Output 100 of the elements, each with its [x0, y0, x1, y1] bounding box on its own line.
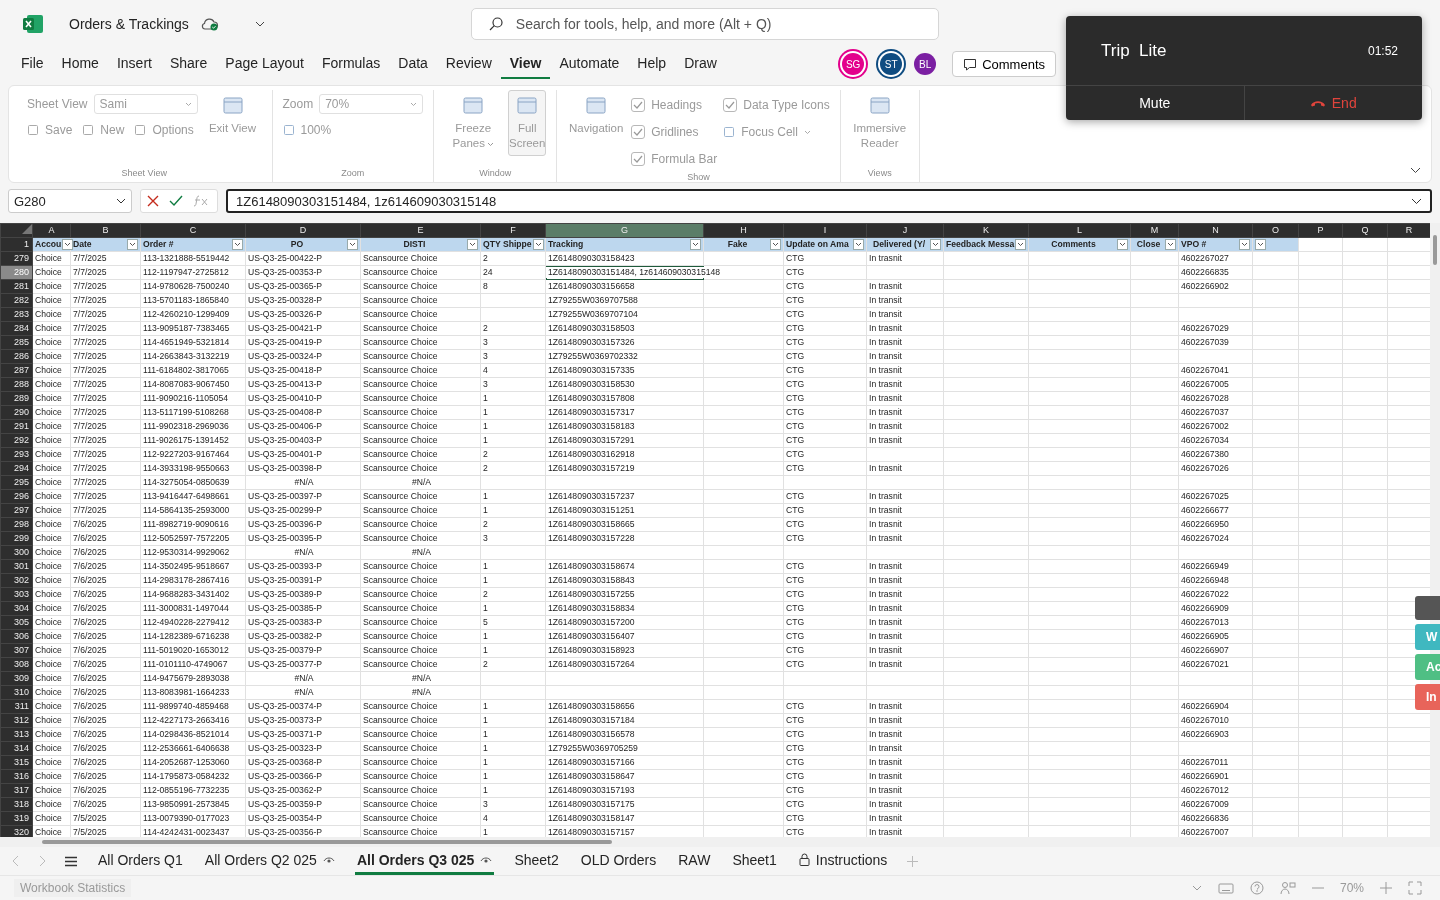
column-header[interactable]: A — [32, 223, 71, 238]
table-cell: 4602267011 — [1179, 757, 1229, 768]
filter-button[interactable] — [853, 239, 864, 250]
menu-tab[interactable]: Draw — [675, 49, 726, 79]
table-cell: CTG — [784, 589, 805, 600]
table-cell: Choice — [33, 393, 62, 404]
table-cell: US-Q3-25-00328-P — [246, 295, 323, 306]
menu-tab[interactable]: Share — [160, 49, 217, 79]
table-cell: 7/7/2025 — [71, 365, 107, 376]
name-box[interactable]: G280 — [8, 189, 132, 213]
eye-icon — [322, 855, 335, 864]
cancel-icon[interactable] — [147, 195, 159, 207]
menu-tab[interactable]: Review — [436, 49, 501, 79]
filter-button[interactable] — [532, 239, 544, 250]
table-cell: 112-4227173-2663416 — [141, 715, 230, 726]
sheet-tab[interactable]: RAW — [676, 847, 713, 875]
avatar[interactable]: BL — [914, 53, 937, 75]
menu-tab[interactable]: File — [12, 49, 53, 79]
scrollbar-thumb[interactable] — [1433, 235, 1437, 265]
comments-button[interactable]: Comments — [952, 51, 1056, 77]
command-icon — [868, 95, 891, 117]
filter-button[interactable] — [1117, 239, 1128, 250]
column-header[interactable]: H — [703, 223, 784, 238]
filter-button[interactable] — [770, 239, 781, 250]
menu-icon[interactable] — [64, 855, 78, 867]
column-heading: Feedback Messa — [946, 239, 1015, 250]
menu-tab[interactable]: Formulas — [312, 49, 390, 79]
table-cell: Scansource Choice — [361, 701, 438, 712]
filter-button[interactable] — [127, 239, 138, 250]
check-icon[interactable] — [169, 195, 183, 207]
table-cell: Choice — [33, 253, 62, 264]
filter-button[interactable] — [1239, 239, 1250, 250]
filter-button[interactable] — [232, 239, 243, 250]
column-header[interactable]: D — [245, 223, 361, 238]
menu-tab[interactable]: Page Layout — [216, 49, 313, 79]
filter-button[interactable] — [347, 239, 358, 250]
table-cell: US-Q3-25-00389-P — [246, 589, 323, 600]
sheet-tab[interactable]: All Orders Q2 025 — [202, 847, 337, 875]
table-cell: 4602267005 — [1179, 379, 1229, 390]
keyboard-icon[interactable] — [1217, 882, 1234, 894]
table-cell: Choice — [33, 603, 62, 614]
table-cell: CTG — [784, 631, 805, 642]
mute-button[interactable]: Mute — [1066, 86, 1244, 120]
table-cell: US-Q3-25-00324-P — [246, 351, 323, 362]
column-header[interactable]: R — [1387, 223, 1431, 238]
table-cell: 1 — [481, 631, 488, 642]
menu-tab[interactable]: Data — [389, 49, 437, 79]
menu-tab[interactable]: Home — [52, 49, 108, 79]
filter-button[interactable] — [1015, 239, 1027, 250]
column-header[interactable]: I — [783, 223, 867, 238]
search-field[interactable]: Search for tools, help, and more (Alt + Q) — [470, 8, 939, 40]
table-cell: US-Q3-25-00391-P — [246, 575, 323, 586]
table-cell: 1 — [481, 757, 488, 768]
filter-button[interactable] — [467, 239, 478, 250]
lock-icon — [798, 853, 810, 866]
table-cell: In trasnit — [867, 407, 902, 418]
table-cell: 112-9227203-9167464 — [141, 449, 230, 460]
table-cell: 1 — [481, 603, 488, 614]
column-header[interactable]: B — [70, 223, 141, 238]
checkbox-label: Headings — [651, 98, 702, 112]
menu-tab[interactable]: Automate — [550, 49, 629, 79]
sheet-tab[interactable]: Sheet1 — [730, 847, 779, 875]
column-header[interactable]: P — [1298, 223, 1343, 238]
chevron-down-icon[interactable] — [254, 21, 265, 27]
table-cell: CTG — [784, 575, 805, 586]
table-cell: In trasnit — [867, 813, 902, 824]
column-header[interactable]: L — [1028, 223, 1131, 238]
column-header[interactable]: F — [480, 223, 546, 238]
column-header[interactable]: M — [1130, 223, 1179, 238]
table-cell: 7/6/2025 — [71, 519, 107, 530]
table-cell: Scansource Choice — [361, 281, 438, 292]
menu-tab[interactable]: View — [500, 49, 551, 79]
panel-handle[interactable] — [1415, 596, 1440, 620]
formula-field[interactable]: 1Z6148090303151484, 1z614609030315148 — [226, 189, 1432, 213]
table-cell: CTG — [784, 351, 805, 362]
sheet-tab[interactable]: Instructions — [796, 847, 890, 875]
filter-button[interactable] — [930, 239, 941, 250]
filter-button[interactable] — [62, 239, 74, 250]
scrollbar-thumb[interactable] — [42, 840, 612, 844]
column-header[interactable]: C — [140, 223, 246, 238]
column-header[interactable]: K — [943, 223, 1029, 238]
column-header[interactable]: N — [1178, 223, 1253, 238]
filter-button[interactable] — [1255, 239, 1266, 250]
filter-button[interactable] — [690, 239, 701, 250]
column-heading: Close — [1135, 239, 1162, 250]
column-header[interactable]: G — [545, 223, 704, 238]
filter-button[interactable] — [1165, 239, 1176, 250]
menu-tab[interactable]: Insert — [107, 49, 161, 79]
sheet-tab[interactable]: Sheet2 — [512, 847, 561, 875]
menu-tab[interactable]: Help — [628, 49, 676, 79]
column-header[interactable]: Q — [1342, 223, 1388, 238]
sheet-tab[interactable]: OLD Orders — [578, 847, 659, 875]
sheet-tab[interactable]: All Orders Q3 025 — [354, 847, 495, 875]
sheet-tab[interactable]: All Orders Q1 — [96, 847, 185, 875]
column-header[interactable]: E — [360, 223, 481, 238]
column-header[interactable]: O — [1252, 223, 1299, 238]
avatar[interactable]: ST — [880, 53, 903, 75]
column-header[interactable]: J — [866, 223, 944, 238]
avatar[interactable]: SG — [842, 53, 865, 75]
select-all-icon[interactable] — [22, 224, 32, 234]
